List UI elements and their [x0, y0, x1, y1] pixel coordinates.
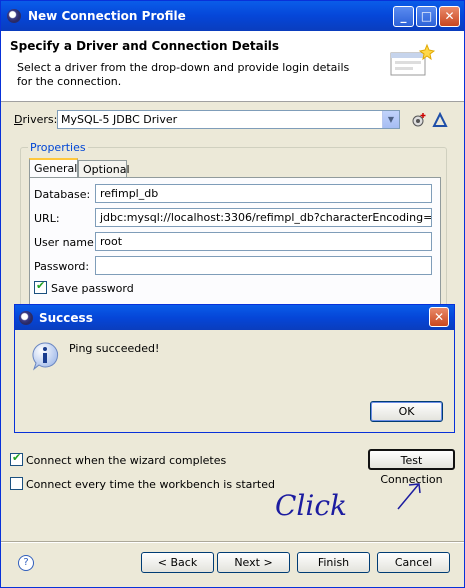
minimize-button[interactable]: _	[393, 6, 414, 27]
drivers-label: Drivers:	[14, 113, 58, 126]
url-input[interactable]: jdbc:mysql://localhost:3306/refimpl_db?c…	[95, 208, 432, 227]
help-icon[interactable]: ?	[18, 555, 34, 571]
ok-button[interactable]: OK	[370, 401, 443, 422]
click-annotation-text: Click	[275, 489, 347, 522]
database-input[interactable]: refimpl_db	[95, 184, 432, 203]
password-input[interactable]	[95, 256, 432, 275]
tab-general[interactable]: General	[29, 158, 78, 178]
save-password-checkbox[interactable]	[34, 279, 47, 294]
wizard-header: Specify a Driver and Connection Details …	[1, 31, 464, 102]
properties-legend: Properties	[28, 141, 88, 154]
test-connection-button[interactable]: Test Connection	[368, 449, 455, 486]
connect-on-start-checkbox[interactable]	[10, 477, 23, 490]
drivers-dropdown[interactable]: MySQL-5 JDBC Driver ▼	[57, 110, 400, 129]
cancel-button[interactable]: Cancel	[377, 552, 450, 573]
dialog-title: Success	[39, 311, 93, 325]
new-driver-icon[interactable]	[411, 112, 427, 128]
window-titlebar[interactable]: New Connection Profile _ □ ✕	[1, 1, 464, 31]
finish-button[interactable]: Finish	[297, 552, 370, 573]
header-description: Select a driver from the drop-down and p…	[17, 61, 350, 88]
tab-optional[interactable]: Optional	[78, 160, 130, 178]
username-label: User name:	[34, 236, 98, 249]
drivers-selected-value: MySQL-5 JDBC Driver	[61, 113, 178, 126]
info-icon	[32, 342, 59, 371]
connect-on-start-label: Connect every time the workbench is star…	[26, 478, 275, 491]
dialog-titlebar[interactable]: Success ✕	[15, 305, 454, 330]
save-password-label: Save password	[51, 282, 134, 295]
next-button[interactable]: Next >	[217, 552, 290, 573]
success-dialog: Success ✕ Ping succeeded! OK	[14, 304, 455, 433]
bottom-separator	[1, 541, 464, 543]
eclipse-icon	[19, 311, 33, 325]
chevron-down-icon[interactable]: ▼	[382, 111, 399, 128]
wizard-banner-icon	[390, 43, 435, 76]
connect-on-complete-checkbox[interactable]	[10, 451, 23, 466]
tab-general-label: General	[34, 162, 78, 175]
connect-on-complete-label: Connect when the wizard completes	[26, 454, 227, 467]
window-title: New Connection Profile	[28, 9, 186, 23]
url-label: URL:	[34, 212, 60, 225]
dialog-close-button[interactable]: ✕	[429, 307, 449, 327]
eclipse-icon	[7, 9, 21, 23]
password-label: Password:	[34, 260, 90, 273]
click-annotation: Click	[275, 483, 421, 522]
close-button[interactable]: ✕	[439, 6, 460, 27]
edit-driver-icon[interactable]	[432, 112, 448, 128]
username-input[interactable]: root	[95, 232, 432, 251]
dialog-message: Ping succeeded!	[69, 342, 160, 355]
maximize-button[interactable]: □	[416, 6, 437, 27]
database-label: Database:	[34, 188, 91, 201]
new-connection-profile-window: New Connection Profile _ □ ✕ Specify a D…	[0, 0, 465, 588]
back-button[interactable]: < Back	[141, 552, 214, 573]
tab-optional-label: Optional	[83, 163, 130, 176]
header-title: Specify a Driver and Connection Details	[10, 39, 280, 53]
